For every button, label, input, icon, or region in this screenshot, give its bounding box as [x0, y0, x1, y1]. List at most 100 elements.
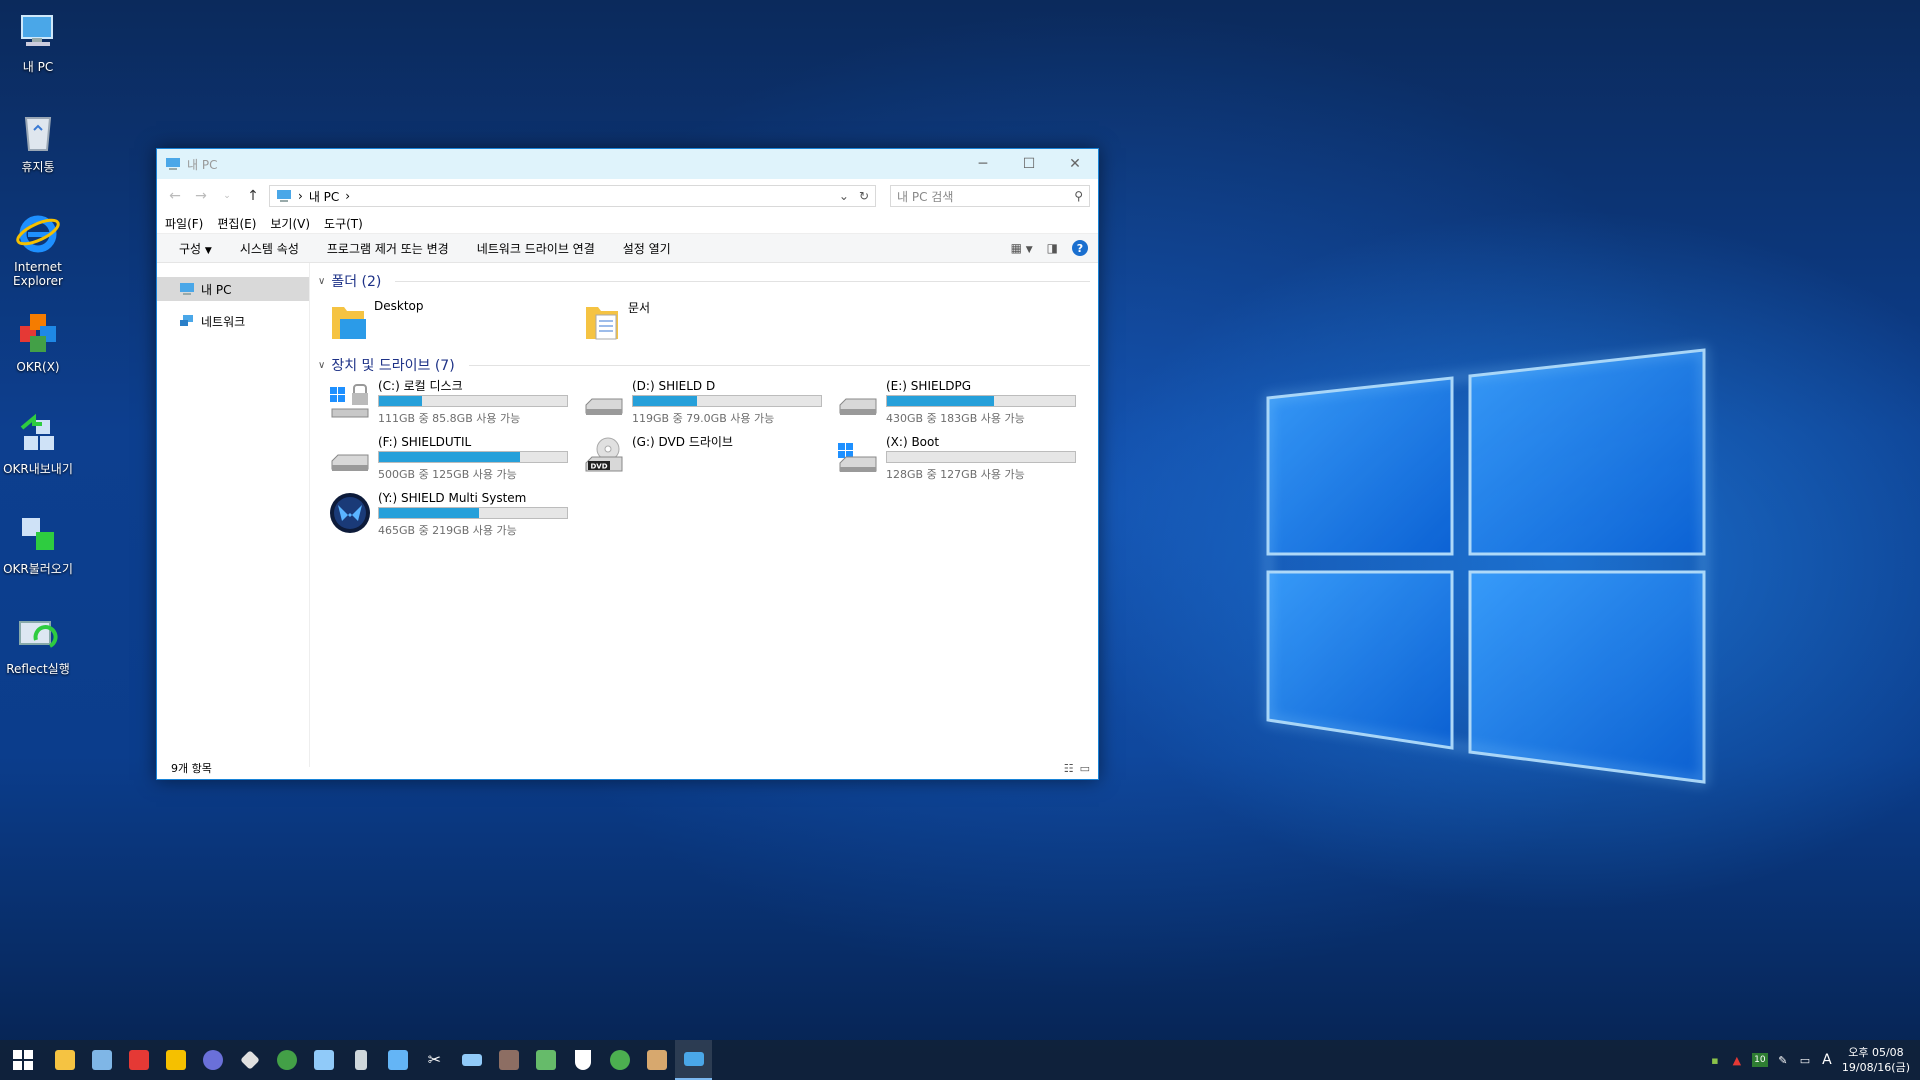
- clock[interactable]: 오후 05/08 19/08/16(금): [1842, 1045, 1910, 1075]
- taskbar-app-11[interactable]: ✂: [416, 1040, 453, 1080]
- okr-app-icon: [20, 314, 56, 352]
- drive-item-f[interactable]: (F:) SHIELDUTIL 500GB 중 125GB 사용 가능: [328, 433, 582, 489]
- drive-item-y[interactable]: (Y:) SHIELD Multi System 465GB 중 219GB 사…: [328, 489, 582, 545]
- nav-item-this-pc[interactable]: 내 PC: [157, 277, 309, 301]
- tray-badge[interactable]: 10: [1751, 1053, 1768, 1067]
- address-dropdown-chevron-icon[interactable]: ⌄: [839, 189, 849, 203]
- menu-view[interactable]: 보기(V): [270, 215, 310, 232]
- taskbar-app-4[interactable]: [157, 1040, 194, 1080]
- refresh-icon[interactable]: ↻: [859, 189, 869, 203]
- nav-item-network[interactable]: 네트워크: [157, 309, 309, 333]
- drive-free-space: 465GB 중 219GB 사용 가능: [378, 524, 517, 537]
- taskbar-app-16[interactable]: [601, 1040, 638, 1080]
- taskbar-app-12[interactable]: [453, 1040, 490, 1080]
- drive-name: (E:) SHIELDPG: [886, 379, 972, 393]
- desktop-icon-internet-explorer[interactable]: Internet Explorer: [0, 208, 76, 288]
- taskbar-app-10[interactable]: [379, 1040, 416, 1080]
- desktop-icon-okr[interactable]: OKR(X): [0, 308, 76, 374]
- content-area: ∨ 폴더 (2) Desktop 문서 ∨ 장치 및 드라이브 (7) (C:)…: [310, 263, 1098, 767]
- drive-item-c[interactable]: (C:) 로컬 디스크 111GB 중 85.8GB 사용 가능: [328, 377, 582, 433]
- title-bar[interactable]: 내 PC ─ ☐ ✕: [157, 149, 1098, 179]
- hard-drive-icon: [585, 398, 623, 415]
- search-input[interactable]: 내 PC 검색 ⚲: [890, 185, 1090, 207]
- clock-time: 오후 05/08: [1848, 1046, 1904, 1059]
- desktop-icon-label: 휴지통: [21, 160, 55, 174]
- desktop-icon-recycle-bin[interactable]: 휴지통: [0, 108, 76, 174]
- collapse-chevron-icon[interactable]: ∨: [318, 360, 325, 371]
- folders-group-header[interactable]: ∨ 폴더 (2): [318, 269, 1090, 293]
- drive-item-d[interactable]: (D:) SHIELD D 119GB 중 79.0GB 사용 가능: [582, 377, 836, 433]
- desktop-icon-this-pc[interactable]: 내 PC: [0, 8, 76, 74]
- change-view-icon[interactable]: ▦ ▼: [1011, 241, 1033, 255]
- taskbar-file-explorer[interactable]: [46, 1040, 83, 1080]
- folder-item-documents[interactable]: 문서: [582, 293, 836, 351]
- menu-tools[interactable]: 도구(T): [324, 215, 363, 232]
- drive-usage-bar: [378, 395, 568, 407]
- desktop-icon-label: OKR내보내기: [3, 462, 73, 476]
- taskbar-app-17[interactable]: [638, 1040, 675, 1080]
- details-view-icon[interactable]: ☷: [1064, 762, 1074, 775]
- collapse-chevron-icon[interactable]: ∨: [318, 276, 325, 287]
- breadcrumb-separator[interactable]: ›: [345, 189, 350, 203]
- tray-alert-icon[interactable]: ▲: [1730, 1053, 1744, 1067]
- drive-usage-bar: [886, 451, 1076, 463]
- taskbar-app-7[interactable]: [268, 1040, 305, 1080]
- up-arrow-icon[interactable]: ↑: [243, 188, 263, 204]
- desktop-icon-label: 내 PC: [22, 60, 54, 74]
- menu-edit[interactable]: 편집(E): [217, 215, 256, 232]
- taskbar-app-5[interactable]: [194, 1040, 231, 1080]
- folder-item-desktop[interactable]: Desktop: [328, 293, 582, 351]
- maximize-button[interactable]: ☐: [1006, 149, 1052, 179]
- ime-indicator[interactable]: A: [1820, 1052, 1834, 1068]
- open-settings-button[interactable]: 설정 열기: [609, 240, 685, 257]
- search-placeholder: 내 PC 검색: [897, 189, 954, 204]
- okr-export-icon: [20, 413, 54, 450]
- breadcrumb-this-pc[interactable]: 내 PC: [309, 188, 339, 205]
- preview-pane-icon[interactable]: ◨: [1047, 241, 1058, 255]
- okr-import-icon: [22, 518, 54, 550]
- address-bar[interactable]: › 내 PC › ⌄ ↻: [269, 185, 876, 207]
- player-icon: [165, 1050, 186, 1070]
- large-icons-view-icon[interactable]: ▭: [1080, 762, 1090, 775]
- taskbar-app-14[interactable]: [527, 1040, 564, 1080]
- tray-pen-icon[interactable]: ✎: [1776, 1053, 1790, 1067]
- back-arrow-icon[interactable]: ←: [165, 188, 185, 204]
- system-properties-button[interactable]: 시스템 속성: [226, 240, 313, 257]
- taskbar-app-9[interactable]: [342, 1040, 379, 1080]
- organize-button[interactable]: 구성 ▼: [165, 240, 226, 257]
- taskbar-app-13[interactable]: [490, 1040, 527, 1080]
- menu-file[interactable]: 파일(F): [165, 215, 203, 232]
- close-button[interactable]: ✕: [1052, 149, 1098, 179]
- desktop-icon-reflect[interactable]: Reflect실행: [0, 610, 76, 676]
- taskbar-app-6[interactable]: [231, 1040, 268, 1080]
- recent-locations-chevron-icon[interactable]: ⌄: [217, 191, 237, 201]
- forward-arrow-icon[interactable]: →: [191, 188, 211, 204]
- drive-item-e[interactable]: (E:) SHIELDPG 430GB 중 183GB 사용 가능: [836, 377, 1090, 433]
- help-icon[interactable]: ?: [1072, 240, 1088, 256]
- desktop-icon-okr-export[interactable]: OKR내보내기: [0, 410, 76, 476]
- drive-item-x[interactable]: (X:) Boot 128GB 중 127GB 사용 가능: [836, 433, 1090, 489]
- desktop-icon-okr-import[interactable]: OKR불러오기: [0, 510, 76, 576]
- taskbar: ✂ ▪ ▲ 10 ✎ ▭ A 오후 05/08 19/08/16(금): [0, 1040, 1920, 1080]
- tray-display-icon[interactable]: ▭: [1798, 1053, 1812, 1067]
- map-network-drive-button[interactable]: 네트워크 드라이브 연결: [463, 240, 609, 257]
- start-button[interactable]: [0, 1040, 46, 1080]
- taskbar-app-15[interactable]: [564, 1040, 601, 1080]
- file-explorer-window[interactable]: 내 PC ─ ☐ ✕ ← → ⌄ ↑ › 내 PC › ⌄ ↻ 내 PC 검색 …: [156, 148, 1099, 780]
- computer-icon: [166, 158, 180, 170]
- taskbar-app-8[interactable]: [305, 1040, 342, 1080]
- search-icon: ⚲: [1074, 189, 1083, 203]
- taskbar-this-pc-window[interactable]: [675, 1040, 712, 1080]
- drive-item-g[interactable]: DVD (G:) DVD 드라이브: [582, 433, 836, 489]
- navigation-pane: 내 PC 네트워크: [157, 263, 310, 767]
- minimize-button[interactable]: ─: [960, 149, 1006, 179]
- anydesk-icon: [128, 1050, 149, 1070]
- monitor-icon: [91, 1050, 112, 1070]
- uninstall-program-button[interactable]: 프로그램 제거 또는 변경: [313, 240, 463, 257]
- drives-group-header[interactable]: ∨ 장치 및 드라이브 (7): [318, 353, 1090, 377]
- taskbar-app-2[interactable]: [83, 1040, 120, 1080]
- tray-network-icon[interactable]: ▪: [1708, 1053, 1722, 1067]
- taskbar-app-3[interactable]: [120, 1040, 157, 1080]
- drive-name: (X:) Boot: [886, 435, 940, 449]
- computer-icon: [180, 283, 194, 295]
